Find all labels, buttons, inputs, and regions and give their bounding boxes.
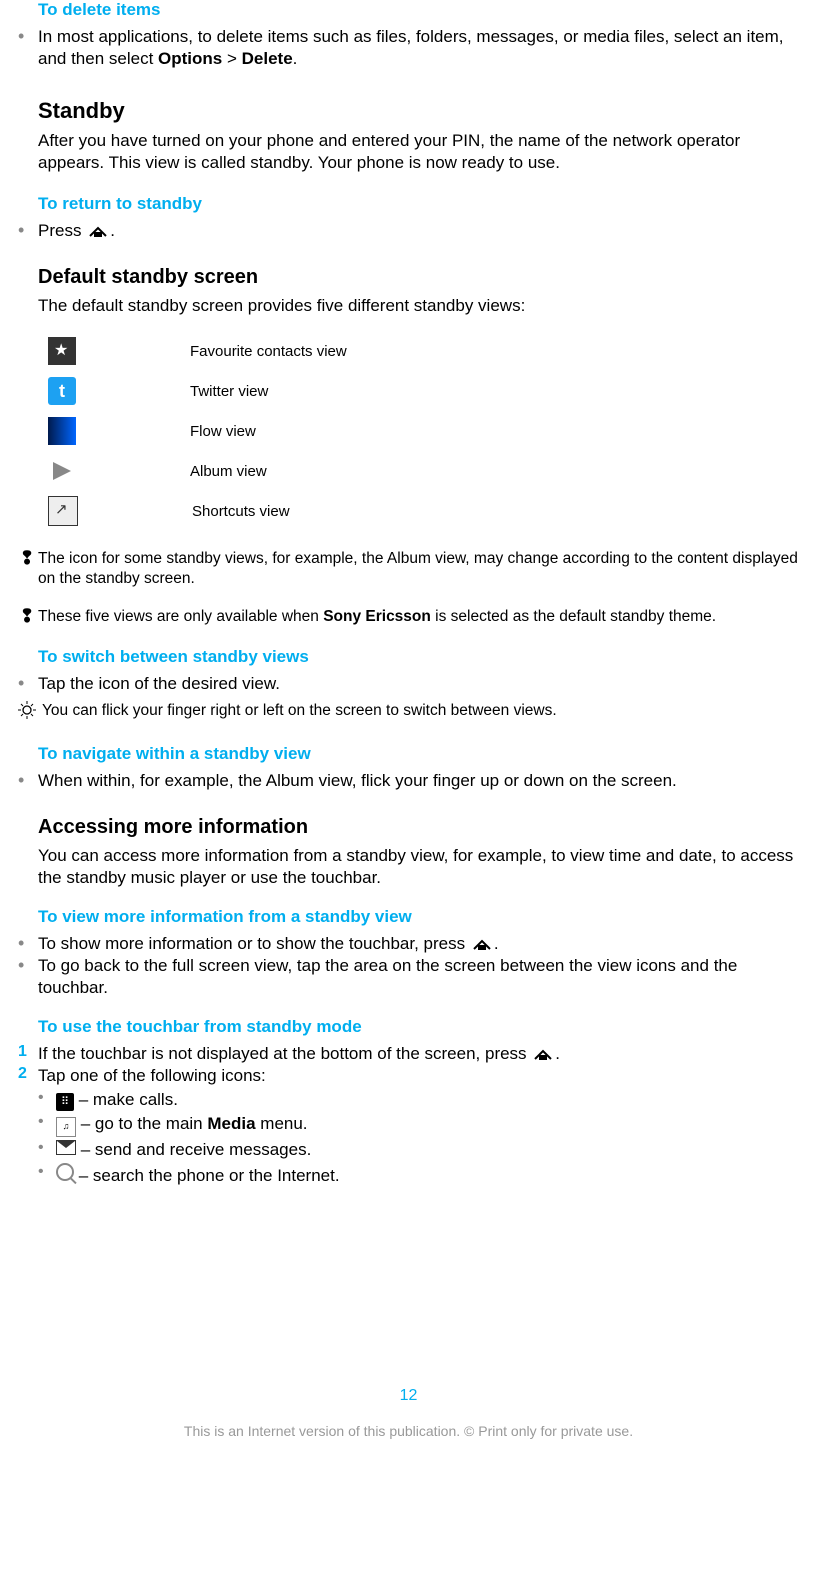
favourite-contacts-icon (48, 337, 76, 365)
bullet-show-touchbar: • To show more information or to show th… (18, 933, 803, 955)
item-text: – send and receive messages. (56, 1139, 311, 1161)
step-text: Tap one of the following icons: (38, 1065, 266, 1087)
bullet-text: To go back to the full screen view, tap … (38, 955, 803, 999)
text-standby: After you have turned on your phone and … (38, 130, 803, 174)
home-key-icon (533, 1049, 553, 1061)
row-label: Album view (190, 463, 267, 480)
bullet-text: Tap the icon of the desired view. (38, 673, 280, 695)
row-album: Album view (48, 451, 803, 491)
touchbar-item-call: • ⠿ – make calls. (38, 1089, 803, 1111)
important-icon: ❢ (16, 607, 38, 625)
standby-views-table: Favourite contacts view t Twitter view F… (48, 331, 803, 531)
envelope-icon (56, 1140, 76, 1155)
bullet-text: When within, for example, the Album view… (38, 770, 677, 792)
step-number: 1 (18, 1043, 38, 1061)
bullet-text: To show more information or to show the … (38, 933, 499, 955)
heading-standby: Standby (38, 98, 803, 124)
note-theme: ❢ These five views are only available wh… (16, 607, 803, 627)
bullet-dot: • (18, 955, 38, 975)
heading-switch-views: To switch between standby views (38, 647, 803, 667)
item-text: ♫ – go to the main Media menu. (56, 1113, 308, 1137)
page-number: 12 (14, 1387, 803, 1405)
bullet-text: In most applications, to delete items su… (38, 26, 803, 70)
bullet-dot: • (38, 1089, 56, 1107)
flow-icon (48, 417, 76, 445)
bullet-dot: • (38, 1163, 56, 1181)
bullet-dot: • (18, 26, 38, 46)
step-2: 2 Tap one of the following icons: (18, 1065, 803, 1087)
shortcuts-icon (48, 496, 78, 526)
bullet-fullscreen: • To go back to the full screen view, ta… (18, 955, 803, 999)
twitter-icon: t (48, 377, 76, 405)
bullet-navigate: • When within, for example, the Album vi… (18, 770, 803, 792)
step-text: If the touchbar is not displayed at the … (38, 1043, 560, 1065)
bullet-switch: • Tap the icon of the desired view. (18, 673, 803, 695)
touchbar-item-search: • – search the phone or the Internet. (38, 1163, 803, 1187)
bullet-dot: • (18, 933, 38, 953)
bullet-dot: • (18, 673, 38, 693)
row-shortcuts: Shortcuts view (48, 491, 803, 531)
touchbar-item-media: • ♫ – go to the main Media menu. (38, 1113, 803, 1137)
home-key-icon (88, 226, 108, 238)
item-text: ⠿ – make calls. (56, 1089, 178, 1111)
step-number: 2 (18, 1065, 38, 1083)
search-icon (56, 1163, 74, 1181)
row-flow: Flow view (48, 411, 803, 451)
tip-flick: You can flick your finger right or left … (16, 701, 803, 724)
media-icon: ♫ (56, 1117, 76, 1137)
text-default-intro: The default standby screen provides five… (38, 295, 803, 317)
bullet-delete: • In most applications, to delete items … (18, 26, 803, 70)
row-twitter: t Twitter view (48, 371, 803, 411)
album-icon (48, 457, 76, 485)
touchbar-item-messages: • – send and receive messages. (38, 1139, 803, 1161)
heading-default-standby-screen: Default standby screen (38, 266, 803, 289)
footer-text: This is an Internet version of this publ… (14, 1423, 803, 1439)
row-label: Shortcuts view (192, 503, 290, 520)
note-text: The icon for some standby views, for exa… (38, 549, 803, 589)
tip-icon (16, 701, 38, 724)
row-label: Flow view (190, 423, 256, 440)
heading-view-more: To view more information from a standby … (38, 907, 803, 927)
tip-text: You can flick your finger right or left … (38, 701, 557, 721)
note-text: These five views are only available when… (38, 607, 716, 627)
row-favourite-contacts: Favourite contacts view (48, 331, 803, 371)
bullet-text: Press . (38, 220, 115, 242)
row-label: Favourite contacts view (190, 343, 347, 360)
item-text: – search the phone or the Internet. (56, 1163, 340, 1187)
heading-touchbar: To use the touchbar from standby mode (38, 1017, 803, 1037)
step-1: 1 If the touchbar is not displayed at th… (18, 1043, 803, 1065)
row-label: Twitter view (190, 383, 268, 400)
heading-navigate: To navigate within a standby view (38, 744, 803, 764)
text-accessing-info: You can access more information from a s… (38, 845, 803, 889)
note-icon-changes: ❢ The icon for some standby views, for e… (16, 549, 803, 589)
bullet-return: • Press . (18, 220, 803, 242)
home-key-icon (472, 939, 492, 951)
dialpad-icon: ⠿ (56, 1093, 74, 1111)
bullet-dot: • (18, 220, 38, 240)
bullet-dot: • (18, 770, 38, 790)
bullet-dot: • (38, 1113, 56, 1131)
heading-return-standby: To return to standby (38, 194, 803, 214)
important-icon: ❢ (16, 549, 38, 567)
heading-accessing-info: Accessing more information (38, 816, 803, 839)
bullet-dot: • (38, 1139, 56, 1157)
heading-delete-items: To delete items (38, 0, 803, 20)
